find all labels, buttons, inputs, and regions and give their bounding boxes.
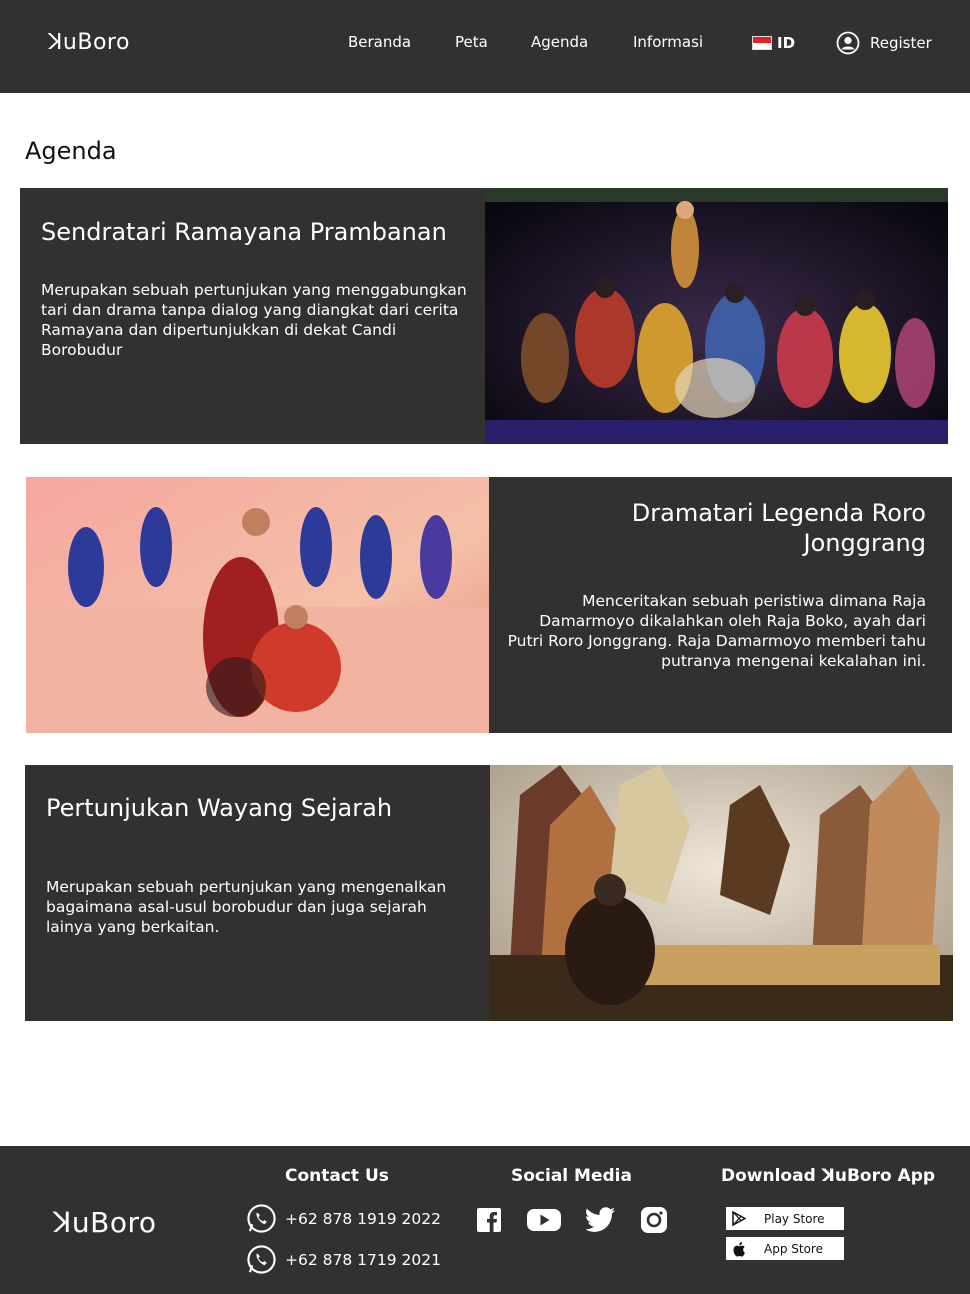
- brand-logo[interactable]: ꓘuBoro: [48, 30, 130, 55]
- event-photo-wayang[interactable]: [490, 765, 953, 1021]
- register-label: Register: [870, 34, 932, 52]
- facebook-icon[interactable]: [476, 1207, 502, 1233]
- social-heading: Social Media: [511, 1166, 632, 1186]
- event-title[interactable]: Sendratari Ramayana Prambanan: [41, 217, 471, 247]
- event-title[interactable]: Dramatari Legenda Roro Jonggrang: [505, 498, 926, 558]
- footer-logo[interactable]: ꓘuBoro: [53, 1206, 156, 1239]
- play-store-label: Play Store: [764, 1211, 825, 1226]
- instagram-icon[interactable]: [640, 1206, 668, 1234]
- event-title[interactable]: Pertunjukan Wayang Sejarah: [46, 793, 476, 823]
- phone-contact[interactable]: +62 878 1719 2021: [246, 1244, 441, 1275]
- page-title: Agenda: [25, 137, 117, 165]
- twitter-icon[interactable]: [586, 1207, 616, 1233]
- top-navbar: ꓘuBoro Beranda Peta Agenda Informasi ID …: [0, 0, 970, 93]
- contact-heading: Contact Us: [285, 1166, 389, 1186]
- event-card-text: Pertunjukan Wayang Sejarah Merupakan seb…: [46, 793, 476, 1021]
- nav-peta[interactable]: Peta: [455, 33, 488, 51]
- phone-contact[interactable]: +62 878 1919 2022: [246, 1203, 441, 1234]
- phone-number: +62 878 1719 2021: [285, 1250, 441, 1269]
- language-code: ID: [777, 34, 796, 52]
- event-description: Merupakan sebuah pertunjukan yang mengen…: [46, 878, 447, 936]
- download-heading: Download ꓘuBoro App: [721, 1166, 936, 1186]
- play-store-icon: [732, 1211, 746, 1226]
- event-card-text: Sendratari Ramayana Prambanan Merupakan …: [41, 217, 471, 444]
- event-card-ramayana[interactable]: Sendratari Ramayana Prambanan Merupakan …: [20, 188, 948, 444]
- event-description: Merupakan sebuah pertunjukan yang mengga…: [41, 281, 467, 359]
- whatsapp-icon: [247, 1245, 276, 1274]
- site-footer: ꓘuBoro Contact Us +62 878 1919 2022 +62 …: [0, 1146, 970, 1294]
- nav-agenda[interactable]: Agenda: [531, 33, 588, 51]
- register-button[interactable]: Register: [836, 31, 932, 55]
- event-card-roro-jonggrang[interactable]: Dramatari Legenda Roro Jonggrang Menceri…: [26, 477, 952, 733]
- apple-icon: [733, 1241, 745, 1257]
- whatsapp-icon: [247, 1204, 276, 1233]
- social-links: [476, 1206, 668, 1234]
- event-card-text: Dramatari Legenda Roro Jonggrang Menceri…: [505, 498, 926, 733]
- event-card-wayang[interactable]: Pertunjukan Wayang Sejarah Merupakan seb…: [25, 765, 953, 1021]
- app-store-label: App Store: [764, 1241, 823, 1256]
- nav-informasi[interactable]: Informasi: [633, 33, 703, 51]
- app-store-button[interactable]: App Store: [726, 1237, 844, 1260]
- event-description: Menceritakan sebuah peristiwa dimana Raj…: [507, 592, 926, 670]
- play-store-button[interactable]: Play Store: [726, 1207, 844, 1230]
- event-photo-ramayana[interactable]: [485, 188, 948, 444]
- indonesia-flag-icon: [752, 36, 772, 50]
- youtube-icon[interactable]: [526, 1207, 562, 1233]
- nav-beranda[interactable]: Beranda: [348, 33, 411, 51]
- event-photo-roro-jonggrang[interactable]: [26, 477, 489, 733]
- user-circle-icon: [836, 31, 860, 55]
- phone-number: +62 878 1919 2022: [285, 1209, 441, 1228]
- language-switcher[interactable]: ID: [752, 34, 795, 52]
